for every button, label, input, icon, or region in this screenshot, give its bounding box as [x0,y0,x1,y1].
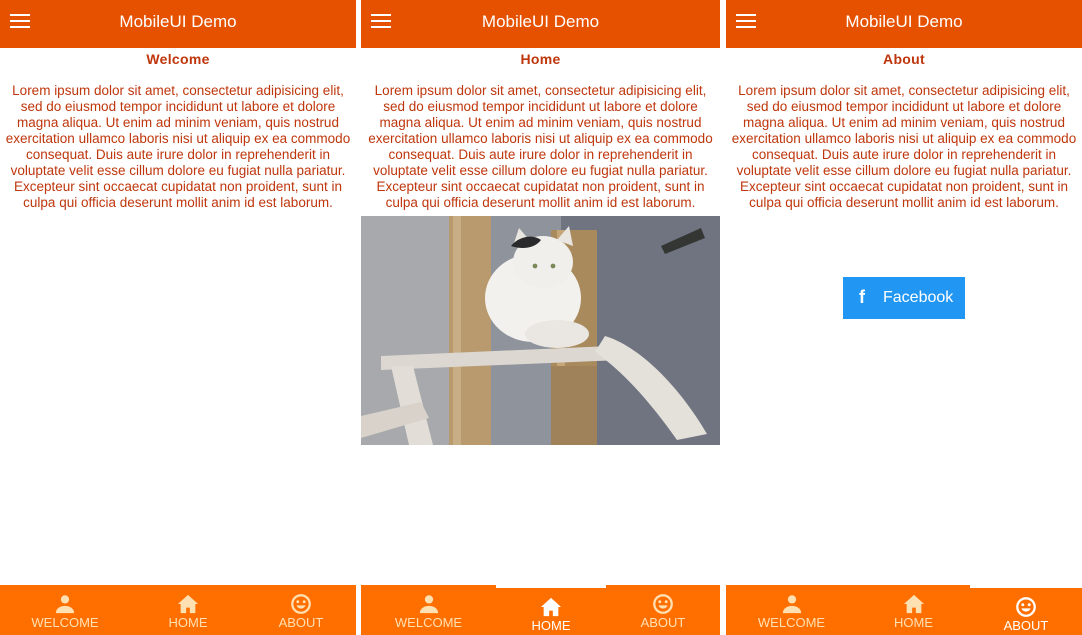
tab-bar: WELCOME HOME ABOUT [361,585,720,635]
tab-welcome[interactable]: WELCOME [726,585,857,635]
page-title: Home [520,51,561,67]
body-text: Lorem ipsum dolor sit amet, consectetur … [731,83,1077,210]
facebook-button[interactable]: f Facebook [843,277,965,319]
tab-home[interactable]: HOME [130,585,246,635]
tab-about[interactable]: ABOUT [606,585,720,635]
person-icon [55,595,75,614]
home-icon [540,597,562,617]
smiley-icon [653,594,673,614]
tab-label: HOME [531,618,571,633]
tab-label: WELCOME [394,615,463,630]
tab-home[interactable]: HOME [857,585,970,635]
page-title: About [883,51,925,67]
tab-label: ABOUT [640,615,686,630]
tab-label: WELCOME [757,615,826,630]
body-text: Lorem ipsum dolor sit amet, consectetur … [5,83,351,210]
tab-home[interactable]: HOME [496,588,606,635]
cat-photo [361,216,720,445]
tab-label: WELCOME [31,615,99,630]
facebook-label: Facebook [883,289,954,306]
tab-welcome[interactable]: WELCOME [0,585,130,635]
app-title: MobileUI Demo [845,12,963,31]
app-bar: MobileUI Demo [726,0,1082,48]
home-icon [903,594,924,614]
person-icon [419,595,438,614]
tab-bar: WELCOME HOME ABOUT [726,585,1082,635]
body-text: Lorem ipsum dolor sit amet, consectetur … [368,83,713,210]
tab-about[interactable]: ABOUT [246,585,356,635]
tab-bar: WELCOME HOME ABOUT [0,585,356,635]
tab-welcome[interactable]: WELCOME [361,585,496,635]
welcome-screen: MobileUI Demo Welcome Lorem ipsum dolor … [0,0,356,635]
smiley-icon [1016,597,1036,617]
app-bar: MobileUI Demo [0,0,356,48]
tab-label: ABOUT [1003,618,1049,633]
tab-about[interactable]: ABOUT [970,588,1082,635]
smiley-icon [291,594,311,614]
person-icon [782,595,801,614]
tab-label: ABOUT [278,615,324,630]
tab-label: HOME [894,615,933,630]
facebook-icon: f [859,287,865,307]
home-icon [177,594,199,614]
app-bar: MobileUI Demo [361,0,720,48]
about-screen: MobileUI Demo About Lorem ipsum dolor si… [726,0,1082,635]
tab-label: HOME [168,615,208,630]
app-title: MobileUI Demo [119,12,237,31]
page-title: Welcome [146,51,210,67]
home-screen: MobileUI Demo Home Lorem ipsum dolor sit… [361,0,720,635]
app-title: MobileUI Demo [481,12,600,31]
